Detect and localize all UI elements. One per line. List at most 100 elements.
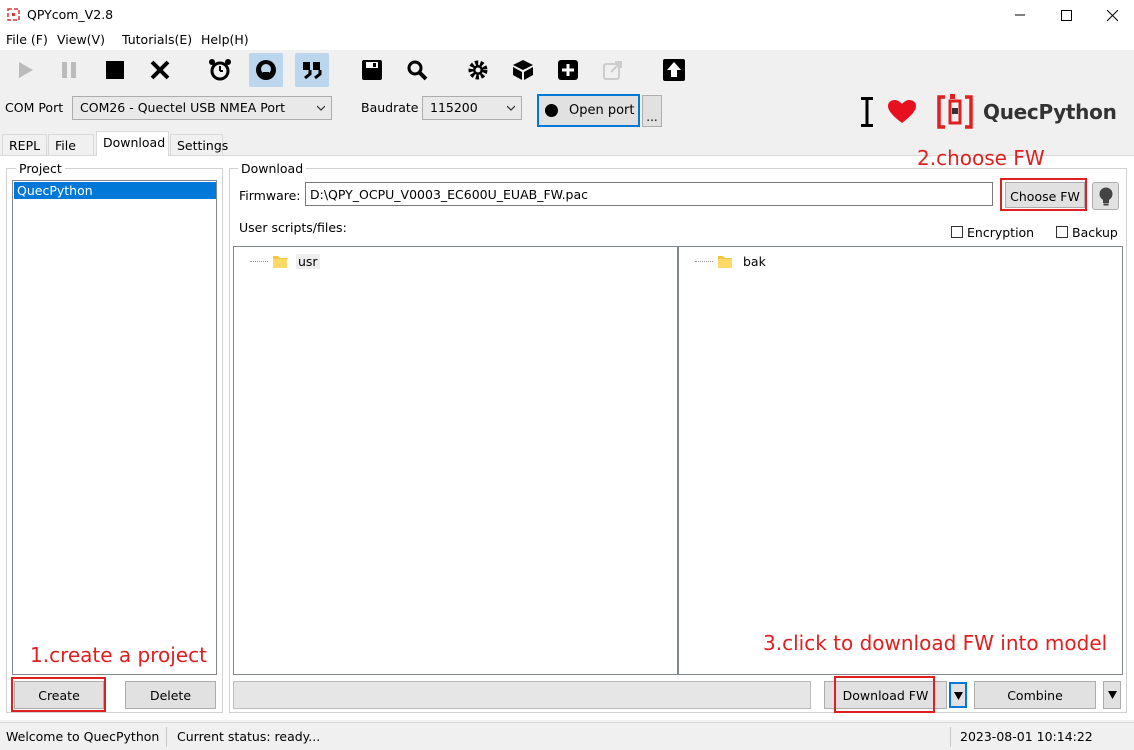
annotation-step2: 2.choose FW bbox=[917, 146, 1045, 170]
list-item[interactable]: QuecPython bbox=[14, 182, 216, 199]
pause-button[interactable] bbox=[52, 53, 86, 87]
tab-settings[interactable]: Settings bbox=[170, 134, 228, 156]
run-button[interactable] bbox=[8, 53, 42, 87]
tree-node-bak[interactable]: bak bbox=[695, 253, 766, 269]
close-window-button[interactable] bbox=[1089, 0, 1134, 30]
status-datetime: 2023-08-01 10:14:22 bbox=[960, 729, 1093, 744]
combine-options-dropdown[interactable] bbox=[1103, 681, 1121, 709]
quote-button[interactable] bbox=[295, 53, 329, 87]
app-logo-icon bbox=[7, 8, 20, 21]
upload-button[interactable] bbox=[657, 53, 691, 87]
caret-down-icon bbox=[1108, 691, 1117, 699]
gear-icon bbox=[468, 60, 488, 80]
toolbar bbox=[0, 50, 1134, 90]
baudrate-label: Baudrate bbox=[361, 100, 419, 115]
download-options-dropdown[interactable] bbox=[949, 682, 967, 708]
package-button[interactable] bbox=[506, 53, 540, 87]
status-bar: Welcome to QuecPython Current status: re… bbox=[0, 722, 1134, 750]
menu-bar: File (F) View(V) Tutorials(E) Help(H) bbox=[0, 30, 1134, 50]
com-port-value: COM26 - Quectel USB NMEA Port bbox=[80, 100, 286, 115]
caret-down-icon bbox=[954, 692, 963, 700]
download-group-title: Download bbox=[238, 161, 307, 176]
status-current: Current status: ready... bbox=[177, 729, 321, 744]
delete-button[interactable]: Delete bbox=[125, 681, 216, 709]
title-bar: QPYcom_V2.8 bbox=[0, 0, 1134, 30]
port-more-button[interactable]: ... bbox=[642, 95, 662, 127]
folder-icon bbox=[718, 256, 732, 268]
external-link-icon bbox=[603, 61, 622, 80]
close-window-icon bbox=[1106, 9, 1118, 21]
backup-label: Backup bbox=[1072, 225, 1118, 240]
status-welcome: Welcome to QuecPython bbox=[6, 729, 160, 744]
baudrate-select[interactable]: 115200 bbox=[422, 96, 522, 120]
menu-tutorials[interactable]: Tutorials(E) bbox=[122, 32, 192, 47]
firmware-path-input[interactable]: D:\QPY_OCPU_V0003_EC600U_EUAB_FW.pac bbox=[305, 182, 993, 206]
hint-button[interactable] bbox=[1092, 182, 1119, 210]
com-port-select[interactable]: COM26 - Quectel USB NMEA Port bbox=[72, 96, 332, 120]
minimize-icon bbox=[1015, 14, 1025, 16]
cube-icon bbox=[513, 60, 533, 80]
maximize-icon bbox=[1060, 9, 1072, 21]
menu-view[interactable]: View(V) bbox=[57, 32, 105, 47]
export-button[interactable] bbox=[596, 53, 630, 87]
stop-button[interactable] bbox=[98, 53, 132, 87]
port-status-dot-icon bbox=[545, 104, 558, 117]
settings-button[interactable] bbox=[461, 53, 495, 87]
add-button[interactable] bbox=[551, 53, 585, 87]
combine-button[interactable]: Combine bbox=[974, 681, 1096, 709]
play-icon bbox=[19, 62, 33, 78]
save-icon bbox=[362, 60, 382, 80]
annotation-step1: 1.create a project bbox=[30, 643, 207, 667]
folder-icon bbox=[273, 256, 287, 268]
open-port-button[interactable]: Open port bbox=[537, 94, 640, 127]
menu-help[interactable]: Help(H) bbox=[201, 32, 249, 47]
encryption-label: Encryption bbox=[967, 225, 1035, 240]
tab-download[interactable]: Download bbox=[96, 131, 169, 156]
tree-node-label: bak bbox=[743, 253, 766, 269]
firmware-label: Firmware: bbox=[239, 188, 301, 203]
lightbulb-icon bbox=[1099, 187, 1113, 206]
download-progress-bar bbox=[233, 681, 811, 709]
search-icon bbox=[407, 60, 428, 81]
tree-node-label: usr bbox=[296, 253, 320, 269]
alarm-clock-icon bbox=[209, 59, 231, 81]
terminal-icon bbox=[256, 60, 276, 80]
user-files-tree[interactable] bbox=[233, 246, 678, 675]
tree-node-usr[interactable]: usr bbox=[250, 253, 320, 269]
chevron-down-icon bbox=[317, 105, 325, 111]
terminal-button[interactable] bbox=[249, 53, 283, 87]
upload-icon bbox=[663, 59, 685, 81]
project-list[interactable]: QuecPython bbox=[12, 180, 217, 675]
quecpython-logo-icon bbox=[937, 94, 973, 129]
heart-icon[interactable] bbox=[888, 100, 916, 124]
quote-icon bbox=[303, 62, 322, 80]
annotation-box-choose-fw bbox=[1000, 178, 1087, 211]
minimize-button[interactable] bbox=[997, 0, 1043, 30]
timer-button[interactable] bbox=[203, 53, 237, 87]
tab-file[interactable]: File bbox=[48, 134, 94, 156]
pause-icon bbox=[62, 62, 76, 78]
text-cursor-icon[interactable] bbox=[861, 97, 873, 127]
annotation-step3: 3.click to download FW into model bbox=[763, 631, 1108, 655]
menu-file[interactable]: File (F) bbox=[6, 32, 48, 47]
save-button[interactable] bbox=[355, 53, 389, 87]
baudrate-value: 115200 bbox=[430, 100, 478, 115]
encryption-checkbox[interactable] bbox=[951, 226, 963, 238]
project-group-title: Project bbox=[16, 161, 65, 176]
backup-files-tree[interactable] bbox=[678, 246, 1123, 675]
tab-repl[interactable]: REPL bbox=[2, 134, 47, 156]
stop-icon bbox=[106, 61, 124, 79]
open-port-label: Open port bbox=[569, 103, 635, 118]
clear-button[interactable] bbox=[143, 53, 177, 87]
user-scripts-label: User scripts/files: bbox=[239, 220, 347, 235]
search-button[interactable] bbox=[400, 53, 434, 87]
close-icon bbox=[150, 60, 170, 80]
annotation-box-download-fw bbox=[834, 676, 935, 713]
brand-name: QuecPython bbox=[983, 100, 1117, 124]
backup-checkbox[interactable] bbox=[1056, 226, 1068, 238]
window-title: QPYcom_V2.8 bbox=[27, 7, 114, 22]
annotation-box-create bbox=[11, 677, 106, 712]
add-icon bbox=[558, 60, 578, 80]
maximize-button[interactable] bbox=[1043, 0, 1089, 30]
com-port-label: COM Port bbox=[5, 100, 64, 115]
